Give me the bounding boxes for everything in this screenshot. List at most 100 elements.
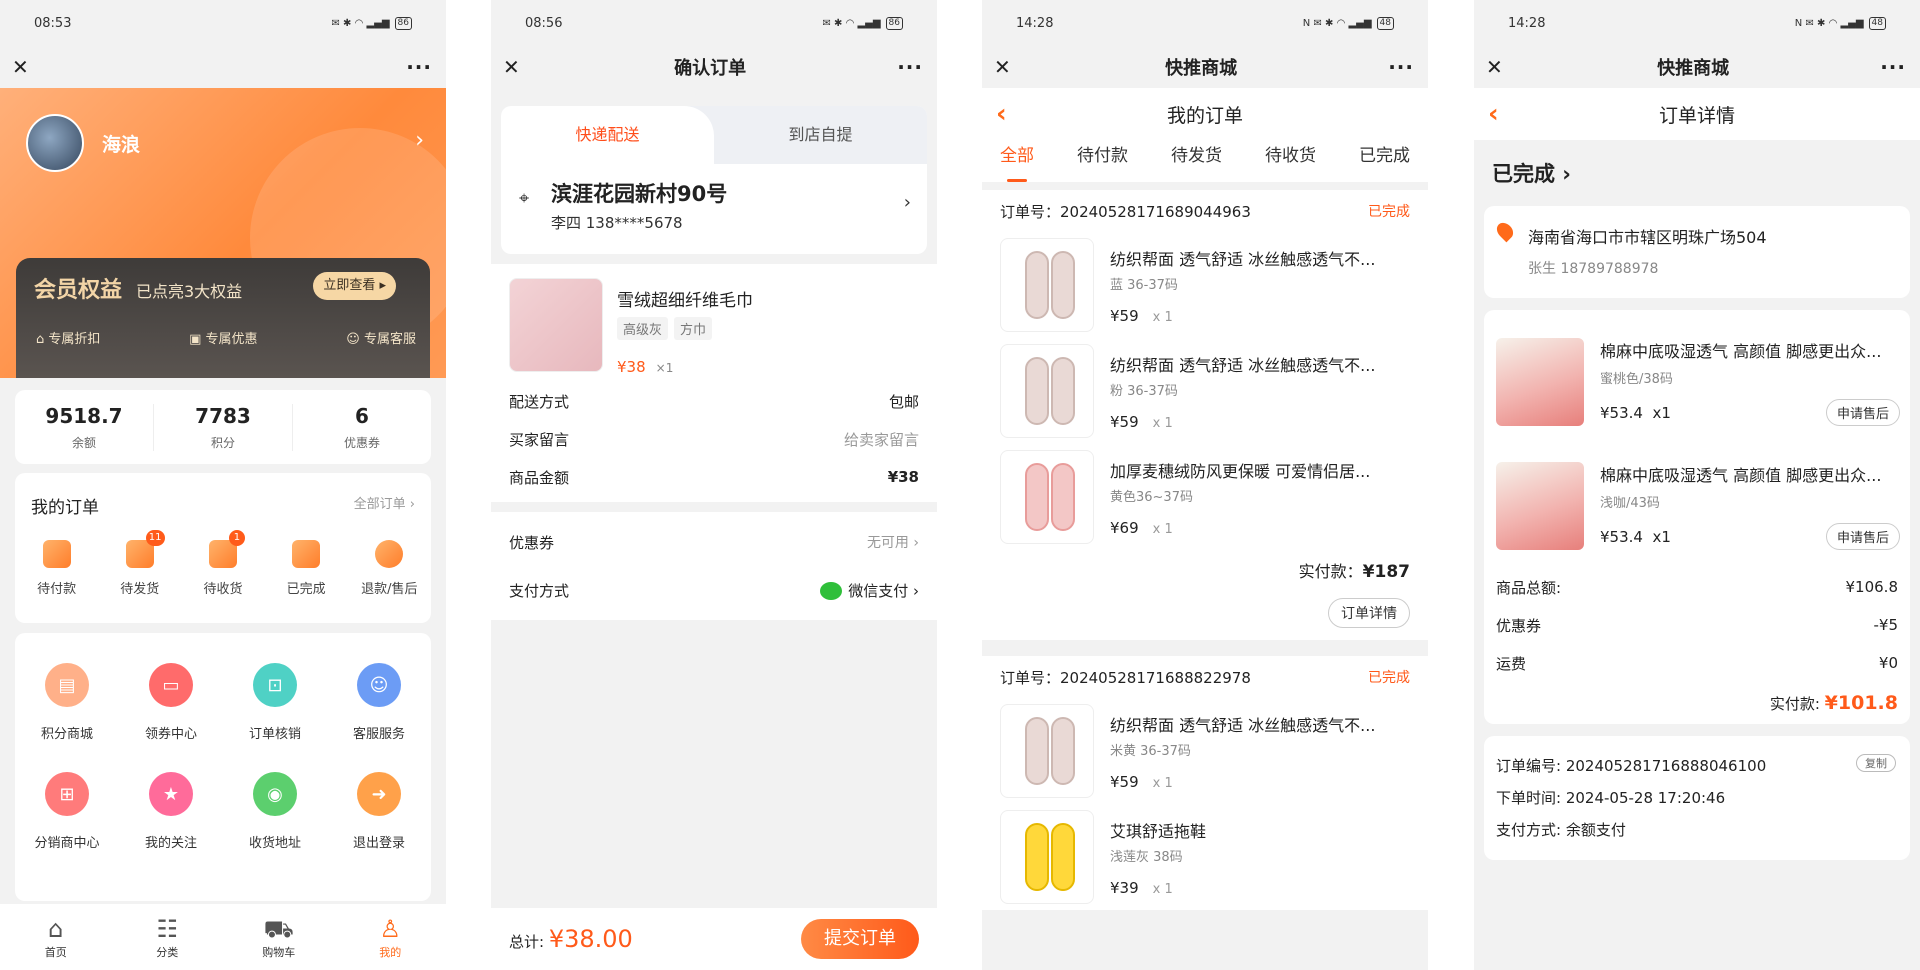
service-customer-service[interactable]: ☺ 客服服务 bbox=[327, 663, 431, 742]
order-item[interactable]: 纺织帮面 透气舒适 冰丝触感透气不... 米黄 36-37码 ¥59 x 1 bbox=[1000, 698, 1410, 804]
row-value: 包邮 bbox=[888, 392, 919, 411]
product-spec: 蜜桃色/38码 bbox=[1600, 372, 1673, 387]
member-item-offer[interactable]: ▣ 专属优惠 bbox=[189, 328, 257, 347]
after-sale-button[interactable]: 申请售后 bbox=[1825, 523, 1900, 550]
status-bar: 14:28 N ✉ ✱ ◠ ▂▄▆ 48 bbox=[1474, 0, 1920, 46]
service-following[interactable]: ★ 我的关注 bbox=[119, 772, 223, 851]
service-order-verify[interactable]: ⊡ 订单核销 bbox=[223, 663, 327, 742]
order-pending-payment[interactable]: 待付款 bbox=[27, 540, 87, 597]
chevron-right-icon[interactable]: › bbox=[904, 192, 911, 213]
close-icon[interactable]: ✕ bbox=[503, 55, 523, 79]
top-bar: ✕ ··· bbox=[0, 46, 446, 88]
copy-button[interactable]: 复制 bbox=[1856, 754, 1896, 772]
submit-order-button[interactable]: 提交订单 bbox=[801, 919, 919, 959]
order-item[interactable]: 艾琪舒适拖鞋 浅莲灰 38码 ¥39 x 1 bbox=[1000, 804, 1410, 910]
tab-pending-shipment[interactable]: 待发货 bbox=[1171, 140, 1222, 182]
price-value: ¥38 bbox=[617, 358, 646, 376]
status-bar: 08:53 ✉ ✱ ◠ ▂▄▆ 86 bbox=[0, 0, 446, 46]
tab-completed[interactable]: 已完成 bbox=[1359, 140, 1410, 182]
tab-mine[interactable]: ♙ 我的 bbox=[355, 914, 425, 960]
order-pending-shipment[interactable]: 11 待发货 bbox=[110, 530, 170, 597]
status-icons: N ✉ ✱ ◠ ▂▄▆ 48 bbox=[1795, 16, 1886, 30]
tab-cart[interactable]: ⛟ 购物车 bbox=[244, 914, 314, 960]
member-item-discount[interactable]: ⌂ 专属折扣 bbox=[36, 328, 100, 347]
back-arrow-icon[interactable]: ‹ bbox=[996, 99, 1007, 129]
back-arrow-icon[interactable]: ‹ bbox=[1488, 99, 1499, 129]
goods-section: 雪绒超细纤维毛巾 高级灰 方巾 ¥38 ×1 配送方式 包邮 买家留言 给卖家留言 商… bbox=[491, 264, 937, 502]
row-value: ¥0 bbox=[1878, 654, 1898, 672]
message-input[interactable]: 给卖家留言 bbox=[844, 429, 919, 450]
buyer-message-row[interactable]: 买家留言 给卖家留言 bbox=[509, 420, 919, 458]
more-icon[interactable]: ··· bbox=[406, 55, 432, 79]
avatar[interactable] bbox=[26, 114, 84, 172]
order-pending-receipt[interactable]: 1 待收货 bbox=[193, 530, 253, 597]
product-name: 纺织帮面 透气舒适 冰丝触感透气不... bbox=[1110, 715, 1376, 735]
stat-points[interactable]: 7783 积分 bbox=[154, 403, 293, 451]
order-item[interactable]: 棉麻中底吸湿透气 高颜值 脚感更出众... 浅咖/43码 ¥53.4 x1 申请售后 bbox=[1496, 444, 1900, 568]
order-item[interactable]: 棉麻中底吸湿透气 高颜值 脚感更出众... 蜜桃色/38码 ¥53.4 x1 申请售… bbox=[1496, 320, 1900, 444]
category-icon: ☷ bbox=[156, 915, 178, 943]
tab-pending-payment[interactable]: 待付款 bbox=[1077, 140, 1128, 182]
service-distributor[interactable]: ⊞ 分销商中心 bbox=[15, 772, 119, 851]
chevron-right-icon[interactable]: › bbox=[415, 128, 424, 153]
view-now-button[interactable]: 立即查看 ▸ bbox=[313, 272, 396, 300]
stat-label: 积分 bbox=[210, 435, 235, 450]
all-orders-link[interactable]: 全部订单 › bbox=[354, 493, 415, 518]
address-contact: 李四 138****5678 bbox=[551, 214, 683, 232]
order-item[interactable]: 加厚麦穗绒防风更保暖 可爱情侣居... 黄色36~37码 ¥69 x 1 bbox=[1000, 444, 1410, 550]
order-completed[interactable]: 已完成 bbox=[276, 540, 336, 597]
status-bar: 08:56 ✉ ✱ ◠ ▂▄▆ 86 bbox=[491, 0, 937, 46]
more-icon[interactable]: ··· bbox=[897, 55, 923, 79]
user-name: 海浪 bbox=[102, 134, 141, 156]
coupon-row[interactable]: 优惠券 无可用 › bbox=[509, 518, 919, 566]
tab-express-delivery[interactable]: 快递配送 bbox=[501, 106, 714, 164]
quantity: ×1 bbox=[655, 361, 674, 375]
tab-pending-receipt[interactable]: 待收货 bbox=[1265, 140, 1316, 182]
user-icon: ♙ bbox=[379, 915, 401, 943]
close-icon[interactable]: ✕ bbox=[12, 55, 32, 79]
service-points-mall[interactable]: ▤ 积分商城 bbox=[15, 663, 119, 742]
order-detail-button[interactable]: 订单详情 bbox=[1328, 598, 1410, 628]
close-icon[interactable]: ✕ bbox=[1486, 55, 1506, 79]
close-icon[interactable]: ✕ bbox=[994, 55, 1014, 79]
product-image bbox=[1496, 338, 1584, 426]
order-item[interactable]: 纺织帮面 透气舒适 冰丝触感透气不... 粉 36-37码 ¥59 x 1 bbox=[1000, 338, 1410, 444]
order-status-label: 待发货 bbox=[120, 582, 160, 597]
service-address[interactable]: ◉ 收货地址 bbox=[223, 772, 327, 851]
phone-profile: 08:53 ✉ ✱ ◠ ▂▄▆ 86 ✕ ··· 海浪 › 会员权益 已点亮3大… bbox=[0, 0, 446, 970]
row-label: 配送方式 bbox=[509, 392, 570, 411]
tab-label: 我的 bbox=[379, 946, 402, 959]
sub-header: ‹ 订单详情 bbox=[1474, 88, 1920, 140]
org-chart-icon: ⊞ bbox=[45, 772, 89, 816]
service-label: 退出登录 bbox=[352, 836, 405, 851]
battery-icon: 48 bbox=[1868, 16, 1886, 30]
after-sale-button[interactable]: 申请售后 bbox=[1825, 399, 1900, 426]
row-label: 支付方式 bbox=[509, 581, 570, 600]
page-title: 订单详情 bbox=[1658, 104, 1735, 127]
price: ¥59 bbox=[1110, 772, 1139, 791]
address-name[interactable]: 滨涯花园新村90号 bbox=[551, 178, 727, 208]
service-logout[interactable]: ➜ 退出登录 bbox=[327, 772, 431, 851]
tab-all[interactable]: 全部 bbox=[1000, 140, 1034, 182]
service-coupon-center[interactable]: ▭ 领券中心 bbox=[119, 663, 223, 742]
page-title: 我的订单 bbox=[1166, 104, 1243, 127]
order-item[interactable]: 纺织帮面 透气舒适 冰丝触感透气不... 蓝 36-37码 ¥59 x 1 bbox=[1000, 232, 1410, 338]
order-refund[interactable]: 退款/售后 bbox=[359, 540, 419, 597]
payment-method-row[interactable]: 支付方式 微信支付 › bbox=[509, 566, 919, 614]
phone-confirm-order: 08:56 ✉ ✱ ◠ ▂▄▆ 86 ✕ 确认订单 ··· 快递配送 到店自提 … bbox=[491, 0, 937, 970]
order-status-heading[interactable]: 已完成 › bbox=[1474, 140, 1920, 206]
service-label: 我的关注 bbox=[144, 836, 197, 851]
tab-store-pickup[interactable]: 到店自提 bbox=[714, 106, 927, 164]
member-item-service[interactable]: ☺ 专属客服 bbox=[346, 328, 416, 347]
tab-home[interactable]: ⌂ 首页 bbox=[21, 914, 91, 960]
stat-balance[interactable]: 9518.7 余额 bbox=[15, 403, 154, 451]
product-name: 棉麻中底吸湿透气 高颜值 脚感更出众... bbox=[1600, 466, 1882, 485]
product-image bbox=[509, 278, 603, 372]
more-icon[interactable]: ··· bbox=[1388, 55, 1414, 79]
more-icon[interactable]: ··· bbox=[1880, 55, 1906, 79]
location-pin-icon bbox=[1493, 219, 1517, 243]
stat-coupons[interactable]: 6 优惠券 bbox=[293, 404, 431, 451]
row-label: 买家留言 bbox=[509, 430, 570, 449]
tab-category[interactable]: ☷ 分类 bbox=[132, 914, 202, 960]
service-label: 领券中心 bbox=[144, 727, 197, 742]
